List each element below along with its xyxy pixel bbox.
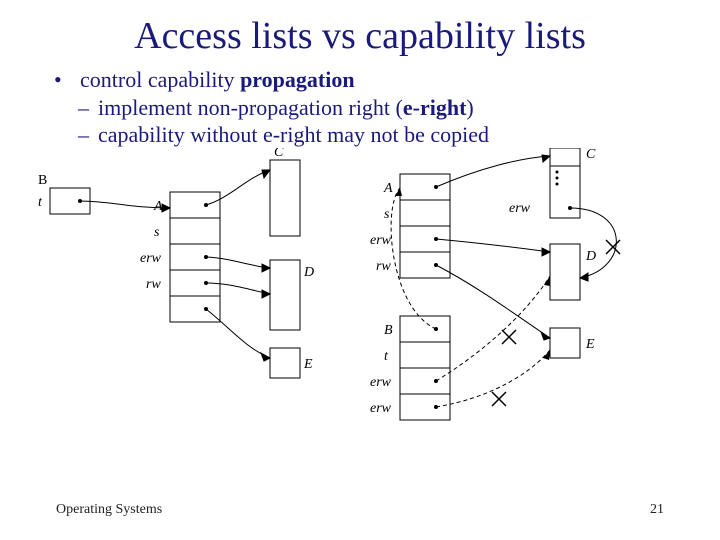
- label-s: s: [154, 225, 160, 240]
- label-s-r: s: [384, 207, 390, 222]
- label-A-r: A: [383, 181, 393, 196]
- sub-bullet-2: capability without e-right may not be co…: [72, 121, 680, 149]
- label-rw-r1: rw: [376, 259, 391, 274]
- label-t: t: [38, 195, 43, 210]
- right-box-e: E: [550, 328, 595, 358]
- label-B-r: B: [384, 323, 393, 338]
- label-erw-rc: erw: [509, 201, 531, 216]
- footer-left: Operating Systems: [56, 502, 162, 518]
- label-E-r: E: [585, 337, 595, 352]
- footer-right: 21: [650, 502, 664, 518]
- bullet-1: control capability propagation: [72, 66, 680, 94]
- sub-1-text: implement non-propagation right (: [98, 95, 403, 120]
- label-B: B: [38, 173, 47, 188]
- label-erw-1: erw: [140, 251, 162, 266]
- label-rw-1: rw: [146, 277, 161, 292]
- sub-1-strong: e-right: [403, 95, 467, 120]
- bullet-1-strong: propagation: [240, 67, 355, 92]
- left-box-d: D: [270, 260, 314, 330]
- label-C: C: [274, 148, 284, 160]
- sub-1-tail: ): [466, 95, 473, 120]
- label-D-r: D: [585, 249, 596, 264]
- right-arrows-dashed: [436, 276, 550, 407]
- left-box-b: B t: [38, 173, 90, 214]
- sub-bullet-1: implement non-propagation right (e-right…: [72, 94, 680, 122]
- label-E: E: [303, 357, 313, 372]
- right-box-d: D: [550, 244, 596, 300]
- slide-body: control capability propagation implement…: [0, 58, 720, 149]
- label-erw-r3: erw: [370, 401, 392, 416]
- label-t-r: t: [384, 349, 389, 364]
- right-box-c: C erw: [509, 148, 596, 218]
- label-D: D: [303, 265, 314, 280]
- right-box-b: B t erw erw: [370, 316, 450, 420]
- slide-title: Access lists vs capability lists: [0, 0, 720, 58]
- bullet-1-text: control capability: [80, 67, 235, 92]
- right-arrows-solid: [436, 155, 550, 340]
- left-box-e: E: [270, 348, 313, 378]
- label-erw-r2: erw: [370, 375, 392, 390]
- right-box-a: A s erw rw: [370, 174, 450, 278]
- label-C-r: C: [586, 148, 596, 162]
- label-erw-r1: erw: [370, 233, 392, 248]
- left-box-c: C: [270, 148, 300, 236]
- capability-diagram: B t A s erw rw C D: [30, 148, 690, 478]
